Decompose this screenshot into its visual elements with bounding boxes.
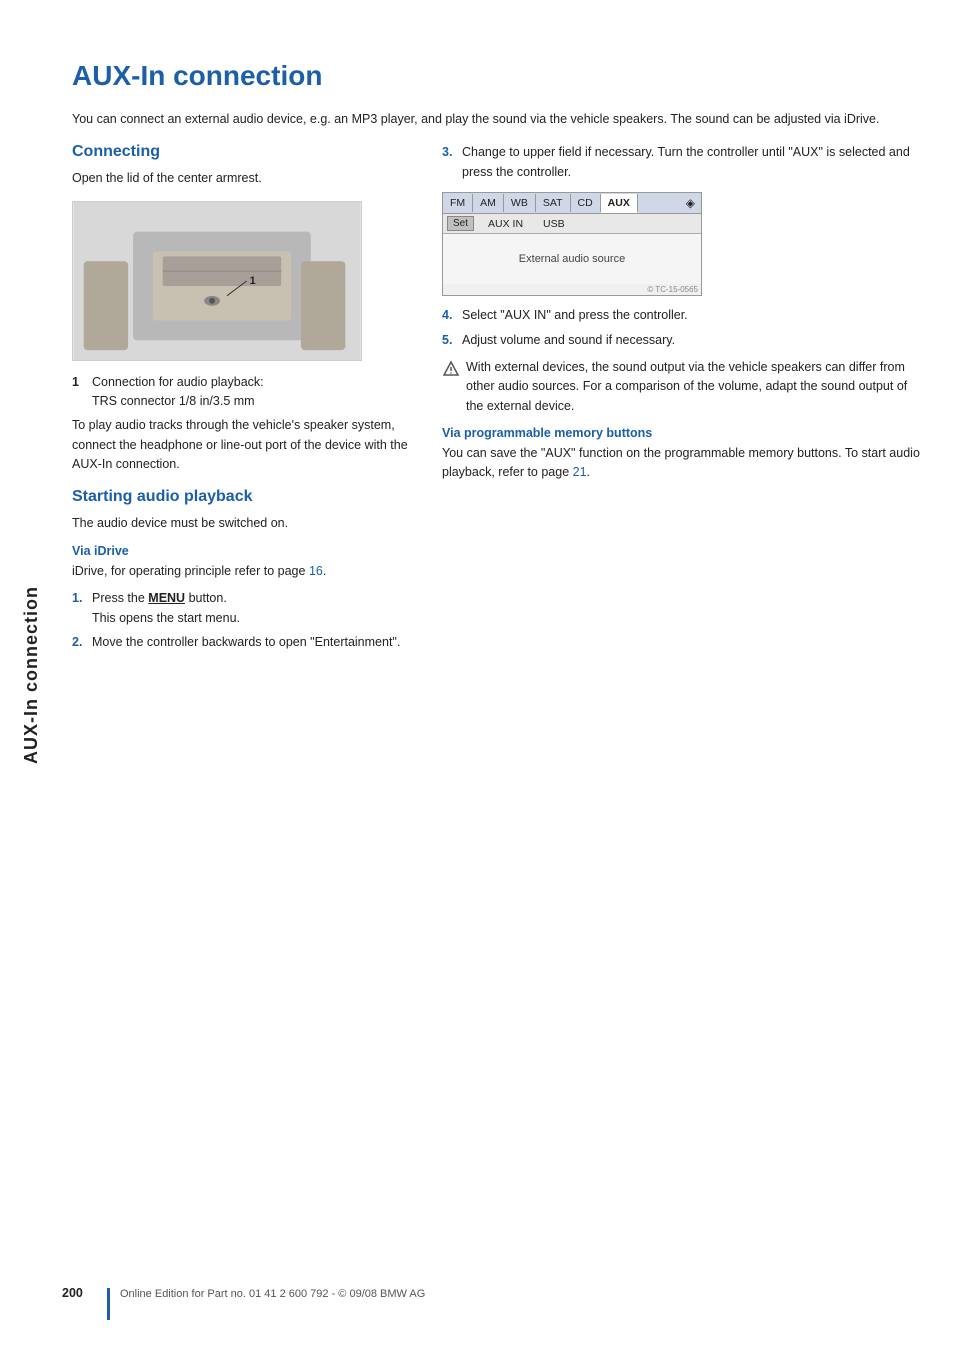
ui-body: External audio source bbox=[443, 234, 701, 284]
step-2-text: Move the controller backwards to open "E… bbox=[92, 633, 400, 652]
page-number: 200 bbox=[62, 1286, 107, 1300]
menu-label: MENU bbox=[148, 591, 185, 605]
step-1: 1. Press the MENU button.This opens the … bbox=[72, 589, 412, 628]
tab-wb[interactable]: WB bbox=[504, 194, 536, 212]
starting-text: The audio device must be switched on. bbox=[72, 514, 412, 533]
item-label: Connection for audio playback:TRS connec… bbox=[92, 373, 264, 411]
car-interior-svg: 1 bbox=[73, 202, 361, 360]
via-programmable-text: You can save the "AUX" function on the p… bbox=[442, 444, 924, 483]
item-num: 1 bbox=[72, 373, 86, 411]
controller-icon: ◈ bbox=[680, 193, 701, 213]
sidebar-text: AUX-In connection bbox=[21, 586, 42, 764]
item-desc: To play audio tracks through the vehicle… bbox=[72, 416, 412, 474]
sidebar-label: AUX-In connection bbox=[0, 0, 62, 1350]
svg-text:1: 1 bbox=[250, 275, 256, 287]
programmable-link[interactable]: 21 bbox=[573, 465, 587, 479]
note-block: With external devices, the sound output … bbox=[442, 358, 924, 416]
tab-cd[interactable]: CD bbox=[571, 194, 601, 212]
ui-screenshot: FM AM WB SAT CD AUX ◈ Set AUX IN USB bbox=[442, 192, 702, 296]
step-4-num: 4. bbox=[442, 306, 456, 325]
footer-text: Online Edition for Part no. 01 41 2 600 … bbox=[120, 1288, 425, 1300]
starting-heading: Starting audio playback bbox=[72, 488, 412, 506]
set-button[interactable]: Set bbox=[447, 216, 474, 231]
tab-fm[interactable]: FM bbox=[443, 194, 473, 212]
note-text: With external devices, the sound output … bbox=[466, 358, 924, 416]
step-4-text: Select "AUX IN" and press the controller… bbox=[462, 306, 688, 325]
col-right: 3. Change to upper field if necessary. T… bbox=[442, 143, 924, 1290]
step-3-num: 3. bbox=[442, 143, 456, 182]
submenu-aux-in[interactable]: AUX IN bbox=[478, 215, 533, 233]
step-5-num: 5. bbox=[442, 331, 456, 350]
step-3: 3. Change to upper field if necessary. T… bbox=[442, 143, 924, 182]
ui-tab-bar: FM AM WB SAT CD AUX ◈ bbox=[443, 193, 701, 214]
two-col-layout: Connecting Open the lid of the center ar… bbox=[72, 143, 924, 1290]
step-4: 4. Select "AUX IN" and press the control… bbox=[442, 306, 924, 325]
page-footer: 200 Online Edition for Part no. 01 41 2 … bbox=[62, 1286, 954, 1320]
via-idrive-heading: Via iDrive bbox=[72, 544, 412, 558]
step-5-text: Adjust volume and sound if necessary. bbox=[462, 331, 675, 350]
step-1-text: Press the MENU button.This opens the sta… bbox=[92, 589, 240, 628]
intro-text: You can connect an external audio device… bbox=[72, 110, 924, 129]
step-2-num: 2. bbox=[72, 633, 86, 652]
note-icon bbox=[442, 359, 460, 377]
connecting-heading: Connecting bbox=[72, 143, 412, 161]
step-2: 2. Move the controller backwards to open… bbox=[72, 633, 412, 652]
page-container: AUX-In connection AUX-In connection You … bbox=[0, 0, 954, 1350]
via-idrive-link[interactable]: 16 bbox=[309, 564, 323, 578]
external-audio-label: External audio source bbox=[519, 253, 625, 265]
step-5: 5. Adjust volume and sound if necessary. bbox=[442, 331, 924, 350]
via-idrive-text: iDrive, for operating principle refer to… bbox=[72, 562, 412, 581]
step-1-num: 1. bbox=[72, 589, 86, 628]
footer-line bbox=[107, 1288, 110, 1320]
page-title: AUX-In connection bbox=[72, 60, 924, 92]
col-left: Connecting Open the lid of the center ar… bbox=[72, 143, 412, 1290]
tab-am[interactable]: AM bbox=[473, 194, 504, 212]
tab-aux[interactable]: AUX bbox=[601, 194, 638, 213]
car-image: 1 bbox=[72, 201, 362, 361]
tab-sat[interactable]: SAT bbox=[536, 194, 571, 212]
via-programmable-heading: Via programmable memory buttons bbox=[442, 426, 924, 440]
ui-submenu-bar: Set AUX IN USB bbox=[443, 214, 701, 234]
step-3-text: Change to upper field if necessary. Turn… bbox=[462, 143, 924, 182]
ui-watermark: © TC-15-0565 bbox=[443, 284, 701, 295]
connecting-text: Open the lid of the center armrest. bbox=[72, 169, 412, 188]
submenu-usb[interactable]: USB bbox=[533, 215, 575, 233]
main-content: AUX-In connection You can connect an ext… bbox=[62, 0, 954, 1350]
numbered-item-1: 1 Connection for audio playback:TRS conn… bbox=[72, 373, 412, 411]
